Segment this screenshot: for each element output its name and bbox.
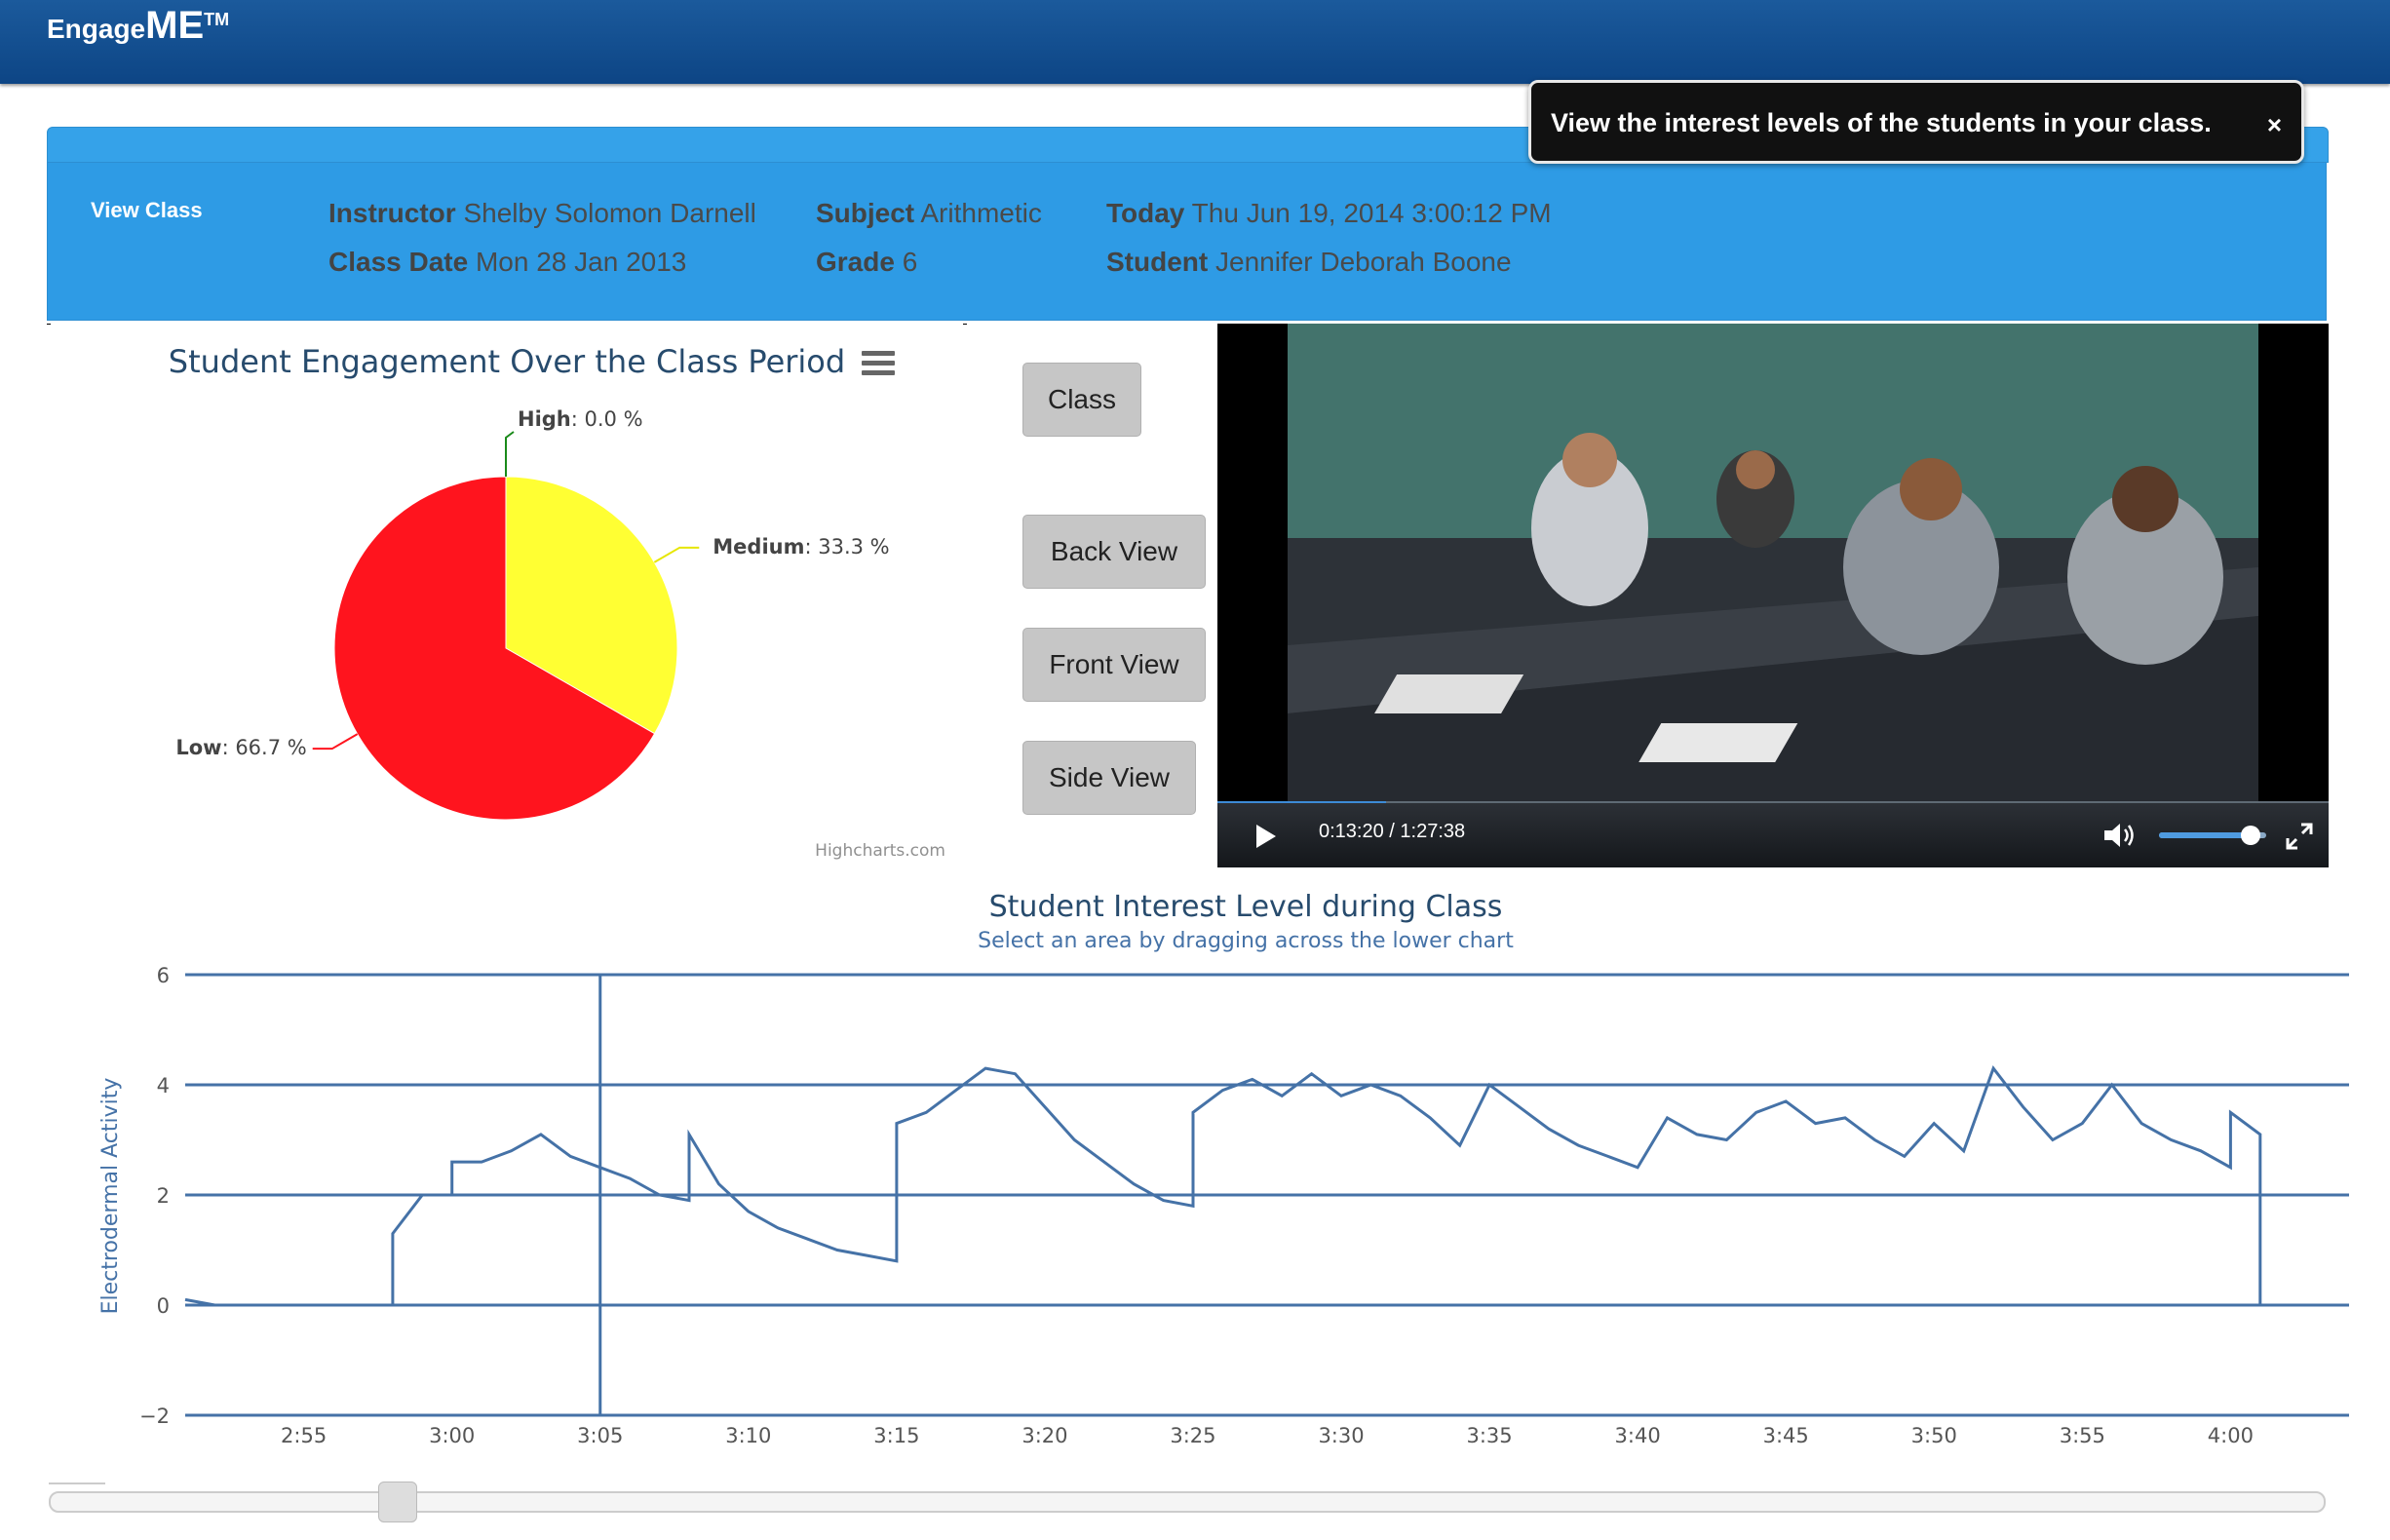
subject-label: Subject [816,198,915,228]
top-navbar: EngageMETM [0,0,2390,84]
classroom-video-frame[interactable] [1217,324,2258,803]
pie-connector-high [505,431,515,477]
brand-trademark: TM [204,10,230,29]
help-tooltip: View the interest levels of the students… [1528,80,2304,164]
class-date-value: Mon 28 Jan 2013 [475,247,687,277]
x-tick-label: 4:00 [2208,1424,2254,1447]
y-tick-label: 4 [157,1074,170,1097]
highcharts-credits[interactable]: Highcharts.com [815,841,945,861]
video-timecode: 0:13:20 / 1:27:38 [1319,821,1466,842]
x-tick-label: 3:00 [429,1424,475,1447]
tooltip-text: View the interest levels of the students… [1551,108,2212,137]
pie-connector-medium [653,546,700,563]
instructor-info: Instructor Shelby Solomon Darnell [328,198,756,229]
volume-slider-fill [2159,832,2251,838]
class-date-info: Class Date Mon 28 Jan 2013 [328,247,686,278]
line-chart-title: Student Interest Level during Class [989,890,1503,924]
y-tick-label: 0 [157,1294,170,1318]
video-controls: 0:13:20 / 1:27:38 [1217,803,2329,867]
y-tick-label: 2 [157,1184,170,1208]
interest-level-chart[interactable]: Student Interest Level during Class Sele… [47,869,2357,1493]
front-view-button[interactable]: Front View [1022,628,1206,702]
grade-label: Grade [816,247,895,277]
fullscreen-icon[interactable] [2286,823,2313,850]
engagement-pie-chart: Student Engagement Over the Class Period… [47,323,967,869]
grade-value: 6 [902,247,918,277]
volume-icon[interactable] [2102,821,2138,850]
x-tick-label: 3:40 [1615,1424,1661,1447]
line-chart-svg: Student Interest Level during Class Sele… [49,890,2349,1484]
pie-label-low: Low: 66.7 % [175,736,306,759]
today-value: Thu Jun 19, 2014 3:00:12 PM [1191,198,1552,228]
pie-title: Student Engagement Over the Class Period [169,343,845,380]
student-info: Student Jennifer Deborah Boone [1106,247,1512,278]
instructor-value: Shelby Solomon Darnell [463,198,756,228]
close-icon[interactable]: × [2267,110,2282,140]
y-tick-label: 6 [157,964,170,987]
grid-lines [185,973,2349,1417]
student-label: Student [1106,247,1209,277]
x-tick-label: 3:35 [1466,1424,1512,1447]
interest-series-line [184,1065,2320,1307]
y-axis-label: Electrodermal Activity [98,1078,123,1315]
x-tick-label: 3:55 [2060,1424,2105,1447]
x-tick-label: 3:30 [1318,1424,1364,1447]
x-tick-label: 3:25 [1170,1424,1215,1447]
pie-chart-svg: Student Engagement Over the Class Period… [47,323,967,861]
student-value: Jennifer Deborah Boone [1215,247,1512,277]
chart-menu-icon[interactable] [862,351,895,376]
classroom-scene-illustration [1217,324,2258,803]
today-info: Today Thu Jun 19, 2014 3:00:12 PM [1106,198,1552,229]
class-date-label: Class Date [328,247,469,277]
back-view-button[interactable]: Back View [1022,515,1206,589]
x-tick-label: 3:50 [1911,1424,1957,1447]
pie-connector-low [312,733,359,751]
volume-slider-knob[interactable] [2240,826,2260,845]
class-video-player[interactable]: 0:13:20 / 1:27:38 [1217,324,2329,867]
range-navigator-handle[interactable] [378,1482,417,1522]
x-tick-label: 3:10 [725,1424,771,1447]
today-label: Today [1106,198,1185,228]
volume-slider[interactable] [2159,826,2266,845]
class-info-panel: View Class Instructor Shelby Solomon Dar… [47,162,2327,321]
y-tick-label: −2 [139,1405,170,1428]
x-tick-label: 3:45 [1763,1424,1809,1447]
x-tick-label: 3:20 [1022,1424,1067,1447]
x-tick-label: 3:05 [577,1424,623,1447]
subject-value: Arithmetic [920,198,1042,228]
pie-label-medium: Medium: 33.3 % [713,535,889,558]
grade-info: Grade 6 [816,247,917,278]
pie-label-high: High: 0.0 % [518,407,643,431]
brand-part1: Engage [47,14,146,44]
play-icon[interactable] [1256,825,1276,848]
line-chart-subtitle: Select an area by dragging across the lo… [978,929,1514,953]
instructor-label: Instructor [328,198,456,228]
y-tick-labels: 6 4 2 0 −2 [139,964,170,1428]
x-tick-labels: 2:55 3:00 3:05 3:10 3:15 3:20 3:25 3:30 3:35 3:40… [281,1424,2254,1447]
class-view-button[interactable]: Class [1022,363,1141,437]
view-class-link[interactable]: View Class [91,198,203,223]
pie-slices [333,476,678,821]
x-tick-label: 3:15 [873,1424,919,1447]
x-tick-label: 2:55 [281,1424,327,1447]
brand-part2: ME [145,4,205,47]
side-view-button[interactable]: Side View [1022,741,1196,815]
brand-logo[interactable]: EngageMETM [47,4,229,48]
subject-info: Subject Arithmetic [816,198,1042,229]
